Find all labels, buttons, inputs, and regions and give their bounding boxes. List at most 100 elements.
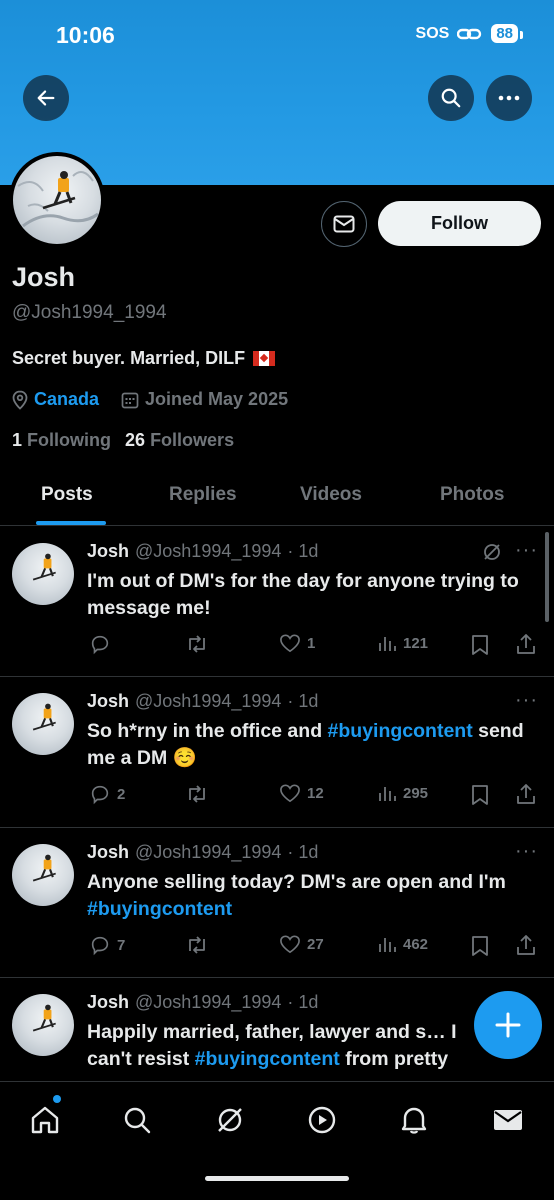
post-more-icon[interactable]: ··· [515,689,538,712]
calendar-icon [121,392,139,408]
home-icon [31,1106,59,1134]
tab-videos[interactable]: Videos [300,484,362,506]
reply-button[interactable]: 7 [89,934,125,956]
profile-meta: Canada Joined May 2025 [12,389,288,410]
post-actions: 1 121 [87,633,542,659]
followers-link[interactable]: 26 Followers [125,430,234,451]
heart-icon [280,634,300,653]
repost-button[interactable] [185,934,209,956]
share-icon[interactable] [515,633,537,655]
post-more-icon[interactable]: ··· [515,539,538,562]
location-link[interactable]: Canada [34,389,99,410]
search-button[interactable] [428,75,474,121]
post-avatar[interactable] [12,994,74,1056]
message-button[interactable] [321,201,367,247]
share-icon[interactable] [515,783,537,805]
post-item[interactable]: Josh @Josh1994_1994 · 1d ··· I'm out of … [0,527,554,677]
nav-messages[interactable] [488,1100,528,1140]
bookmark-icon[interactable] [471,784,489,806]
tab-posts[interactable]: Posts [41,484,93,506]
post-text: Anyone selling today? DM's are open and … [87,871,506,920]
post-more-icon[interactable]: ··· [515,840,538,863]
reply-button[interactable] [89,633,117,655]
bookmark-icon[interactable] [471,935,489,957]
post-text: So h*rny in the office and #buyingconten… [87,720,524,769]
more-options-button[interactable] [486,75,532,121]
back-arrow-icon [37,90,55,106]
nav-grok[interactable] [210,1100,250,1140]
active-tab-indicator [36,521,106,525]
repost-icon [189,785,205,803]
post-avatar[interactable] [12,543,74,605]
heart-icon [280,935,300,954]
scrollbar[interactable] [545,532,549,622]
follow-counts: 1 Following 26 Followers [12,430,234,451]
repost-button[interactable] [185,633,209,655]
post-author-handle: @Josh1994_1994 [135,842,282,862]
views-button[interactable]: 121 [377,633,428,653]
mail-icon [333,215,355,233]
like-button[interactable]: 1 [279,633,315,653]
satellite-link-icon [457,28,482,39]
views-icon [379,787,396,801]
play-circle-icon [308,1106,336,1134]
hashtag-link[interactable]: #buyingcontent [328,720,473,742]
profile-handle: @Josh1994_1994 [12,302,167,323]
home-notification-dot [53,1095,61,1103]
post-author-handle: @Josh1994_1994 [135,541,282,561]
skier-photo [32,553,56,581]
home-indicator [205,1176,349,1181]
post-item[interactable]: Josh @Josh1994_1994 · 1d ··· So h*rny in… [0,677,554,828]
following-link[interactable]: 1 Following [12,430,111,451]
views-icon [379,938,396,952]
post-item[interactable]: Josh @Josh1994_1994 · 1d Happily married… [0,978,554,1081]
repost-icon [189,635,205,653]
reply-button[interactable]: 2 [89,783,125,805]
reply-icon [91,785,109,805]
bio-text: Secret buyer. Married, DILF [12,348,246,368]
nav-search[interactable] [117,1100,157,1140]
follow-button[interactable]: Follow [378,201,541,246]
profile-avatar[interactable] [9,152,105,248]
like-button[interactable]: 12 [279,783,324,803]
compose-post-button[interactable] [474,991,542,1059]
repost-button[interactable] [185,783,209,805]
skier-photo [32,854,56,882]
post-author-name[interactable]: Josh [87,842,129,863]
post-author-name[interactable]: Josh [87,691,129,712]
battery-indicator: 88 [491,24,523,43]
post-avatar[interactable] [12,844,74,906]
post-actions: 7 27 462 [87,934,542,960]
nav-video[interactable] [302,1100,342,1140]
views-button[interactable]: 295 [377,783,428,803]
post-text: I'm out of DM's for the day for anyone t… [87,570,519,619]
grok-icon[interactable] [482,542,502,562]
profile-name: Josh [12,262,76,292]
more-dots-icon [498,95,520,101]
tab-photos[interactable]: Photos [440,484,504,506]
back-button[interactable] [23,75,69,121]
tab-replies[interactable]: Replies [169,484,237,506]
hashtag-link[interactable]: #buyingcontent [87,898,232,920]
search-icon [441,88,461,108]
post-time: · 1d [287,842,319,862]
post-time: · 1d [287,541,319,561]
views-button[interactable]: 462 [377,934,428,954]
share-icon[interactable] [515,934,537,956]
nav-home[interactable] [25,1100,65,1140]
hashtag-link[interactable]: #buyingcontent [195,1048,340,1070]
post-avatar[interactable] [12,693,74,755]
like-button[interactable]: 27 [279,934,324,954]
skier-photo [17,171,99,228]
nav-notifications[interactable] [394,1100,434,1140]
reply-icon [91,936,109,956]
post-item[interactable]: Josh @Josh1994_1994 · 1d ··· Anyone sell… [0,828,554,978]
post-actions: 2 12 295 [87,783,542,809]
bookmark-icon[interactable] [471,634,489,656]
post-header: Josh @Josh1994_1994 · 1d [87,691,318,712]
post-author-name[interactable]: Josh [87,541,129,562]
mail-icon [494,1110,522,1130]
repost-icon [189,936,205,954]
bottom-nav [0,1081,554,1200]
post-author-name[interactable]: Josh [87,992,129,1013]
